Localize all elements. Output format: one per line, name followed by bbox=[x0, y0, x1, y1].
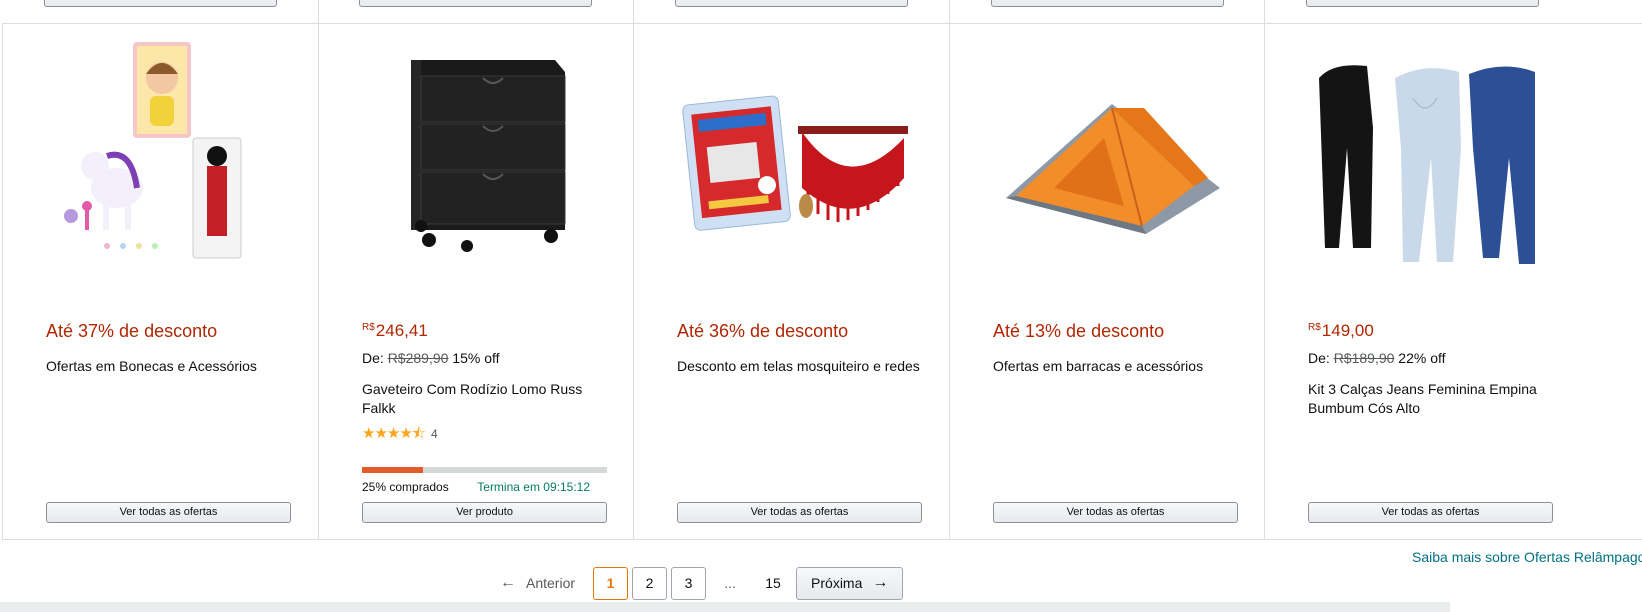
pagination: ← Anterior 1 2 3 ... 15 Próxima → bbox=[500, 566, 904, 600]
deal-title[interactable]: Desconto em telas mosquiteiro e redes bbox=[677, 357, 922, 376]
page-last-button[interactable]: 15 bbox=[750, 575, 796, 591]
deal-title[interactable]: Ofertas em Bonecas e Acessórios bbox=[46, 357, 291, 376]
product-price: R$149,00 bbox=[1308, 321, 1374, 340]
arrow-right-icon: → bbox=[872, 574, 889, 591]
previous-label: Anterior bbox=[526, 575, 576, 591]
deal-card[interactable]: Até 37% de desconto Ofertas em Bonecas e… bbox=[2, 24, 318, 539]
mosquito-net-image[interactable] bbox=[678, 38, 922, 278]
rating-stars[interactable]: ★★★★⯪ 4 bbox=[362, 423, 438, 448]
list-price: De: R$289,90 15% off bbox=[362, 350, 500, 366]
product-title[interactable]: Gaveteiro Com Rodízio Lomo Russ Falkk bbox=[362, 380, 607, 418]
see-all-deals-button[interactable]: Ver todas as ofertas bbox=[677, 502, 922, 523]
pagination-ellipsis: ... bbox=[724, 575, 736, 591]
deal-card[interactable]: Até 36% de desconto Desconto em telas mo… bbox=[633, 24, 949, 539]
pagination-next[interactable]: Próxima → bbox=[796, 566, 904, 600]
stars-icon: ★★★★ bbox=[362, 425, 413, 442]
claimed-progress-fill bbox=[362, 467, 424, 473]
jeans-image[interactable] bbox=[1313, 38, 1535, 278]
list-price: De: R$189,90 22% off bbox=[1308, 350, 1446, 366]
tent-image[interactable] bbox=[994, 38, 1238, 278]
ends-in-timer: Termina em 09:15:12 bbox=[477, 480, 590, 494]
next-label: Próxima bbox=[811, 575, 863, 591]
learn-more-link[interactable]: Saiba mais sobre Ofertas Relâmpago bbox=[1412, 549, 1642, 565]
drawer-cabinet-image[interactable] bbox=[359, 38, 603, 278]
deal-discount[interactable]: Até 36% de desconto bbox=[677, 321, 848, 342]
page-1-button[interactable]: 1 bbox=[593, 566, 629, 600]
rating-count: 4 bbox=[431, 427, 438, 441]
deal-discount[interactable]: Até 37% de desconto bbox=[46, 321, 217, 342]
see-all-deals-button[interactable]: Ver todas as ofertas bbox=[46, 502, 291, 523]
arrow-left-icon: ← bbox=[500, 574, 516, 591]
product-card[interactable]: R$246,41 De: R$289,90 15% off Gaveteiro … bbox=[318, 24, 633, 539]
half-star-icon: ⯪ bbox=[411, 425, 426, 442]
product-price: R$246,41 bbox=[362, 321, 428, 340]
deals-grid: Até 37% de desconto Ofertas em Bonecas e… bbox=[2, 23, 1642, 540]
claimed-progress-bar bbox=[362, 467, 607, 473]
page-3-button[interactable]: 3 bbox=[671, 566, 707, 600]
deal-discount[interactable]: Até 13% de desconto bbox=[993, 321, 1164, 342]
pagination-previous[interactable]: ← Anterior bbox=[500, 574, 575, 592]
dolls-toys-image[interactable] bbox=[47, 38, 291, 278]
previous-row-dividers bbox=[0, 0, 1642, 23]
bottom-band bbox=[0, 602, 1450, 612]
view-product-button[interactable]: Ver produto bbox=[362, 502, 607, 523]
deals-page: Até 37% de desconto Ofertas em Bonecas e… bbox=[0, 0, 1642, 612]
see-all-deals-button[interactable]: Ver todas as ofertas bbox=[993, 502, 1238, 523]
page-2-button[interactable]: 2 bbox=[632, 566, 668, 600]
product-title[interactable]: Kit 3 Calças Jeans Feminina Empina Bumbu… bbox=[1308, 380, 1553, 418]
claimed-label: 25% comprados bbox=[362, 480, 449, 494]
deal-title[interactable]: Ofertas em barracas e acessórios bbox=[993, 357, 1238, 376]
deal-card[interactable]: Até 13% de desconto Ofertas em barracas … bbox=[949, 24, 1264, 539]
product-card[interactable]: R$149,00 De: R$189,90 22% off Kit 3 Calç… bbox=[1264, 24, 1604, 539]
see-all-deals-button[interactable]: Ver todas as ofertas bbox=[1308, 502, 1553, 523]
